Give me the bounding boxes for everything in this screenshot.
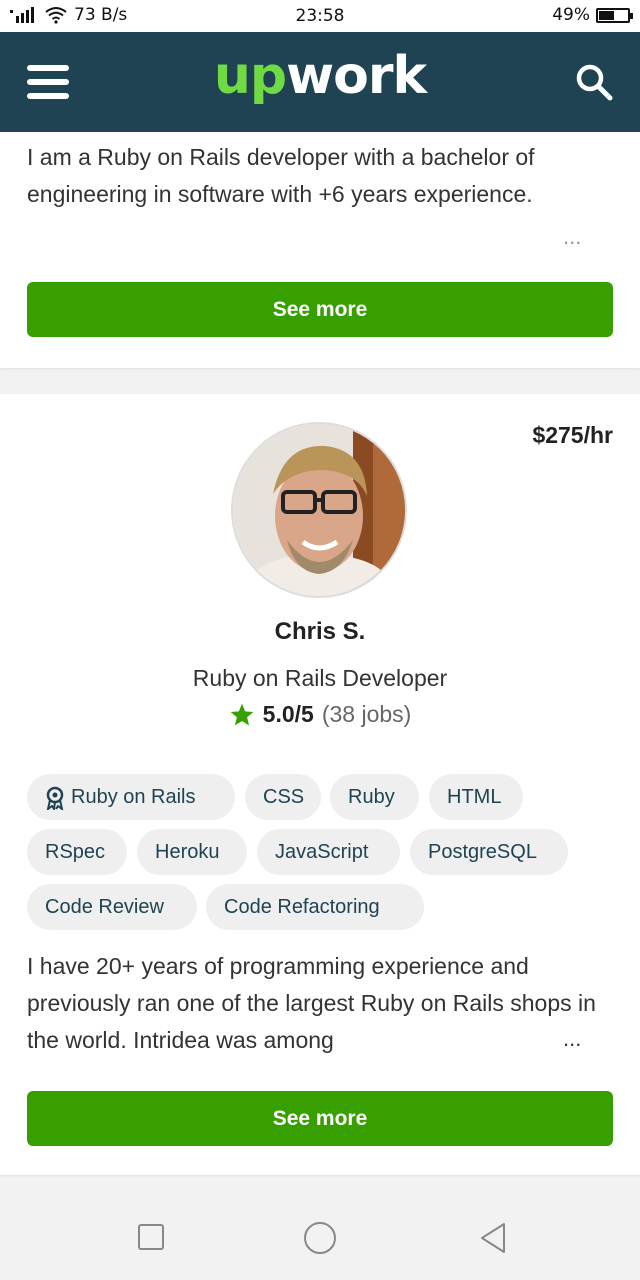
skill-chip[interactable]: Code Refactoring: [206, 884, 424, 930]
app-header: upwork: [0, 32, 640, 132]
freelancer-title: Ruby on Rails Developer: [192, 665, 448, 691]
skill-chip[interactable]: JavaScript: [257, 829, 400, 875]
system-nav-bar: [0, 1195, 640, 1280]
rating-jobs: (38 jobs): [321, 701, 412, 727]
skill-chip[interactable]: RSpec: [27, 829, 127, 875]
battery-icon: [596, 7, 633, 23]
see-more-button[interactable]: See more: [27, 282, 613, 337]
back-triangle-icon[interactable]: [478, 1222, 508, 1254]
freelancer-card: I am a Ruby on Rails developer with a ba…: [0, 132, 640, 368]
clock: 23:58: [295, 6, 345, 26]
hourly-rate: $275/hr: [532, 422, 613, 448]
avatar[interactable]: [231, 422, 407, 598]
skill-chip[interactable]: Ruby: [330, 774, 419, 820]
star-icon: [230, 703, 254, 725]
skill-chip[interactable]: Heroku: [137, 829, 247, 875]
circle-nav-icon[interactable]: [303, 1221, 337, 1255]
freelancer-card: $275/hr Chris S. Ruby on Rails Developer…: [0, 394, 640, 1175]
skill-label: Ruby on Rails: [71, 786, 196, 808]
skill-chip[interactable]: PostgreSQL: [410, 829, 568, 875]
square-nav-icon[interactable]: [137, 1223, 165, 1251]
rating: 5.0/5 (38 jobs): [0, 701, 640, 728]
award-badge-icon: [46, 786, 64, 810]
status-bar: 73 B/s 23:58 49%: [0, 0, 640, 32]
skill-chip[interactable]: HTML: [429, 774, 523, 820]
skill-chip[interactable]: CSS: [245, 774, 321, 820]
freelancer-name[interactable]: Chris S.: [0, 618, 640, 646]
see-more-button[interactable]: See more: [27, 1091, 613, 1146]
battery-percent: 49%: [552, 5, 590, 25]
search-icon[interactable]: [574, 62, 614, 102]
upwork-logo[interactable]: upwork: [0, 46, 640, 106]
avatar-photo: [233, 424, 405, 596]
freelancer-description: I am a Ruby on Rails developer with a ba…: [27, 144, 535, 207]
rating-score: 5.0/5: [262, 701, 314, 727]
skill-chip[interactable]: Code Review: [27, 884, 197, 930]
description-ellipsis: ...: [561, 1026, 582, 1052]
logo-work: work: [286, 46, 427, 106]
freelancer-description: I have 20+ years of programming experien…: [27, 953, 596, 1053]
description-ellipsis: ...: [563, 224, 582, 249]
skill-chip[interactable]: Ruby on Rails: [27, 774, 235, 820]
logo-up: up: [213, 46, 287, 106]
